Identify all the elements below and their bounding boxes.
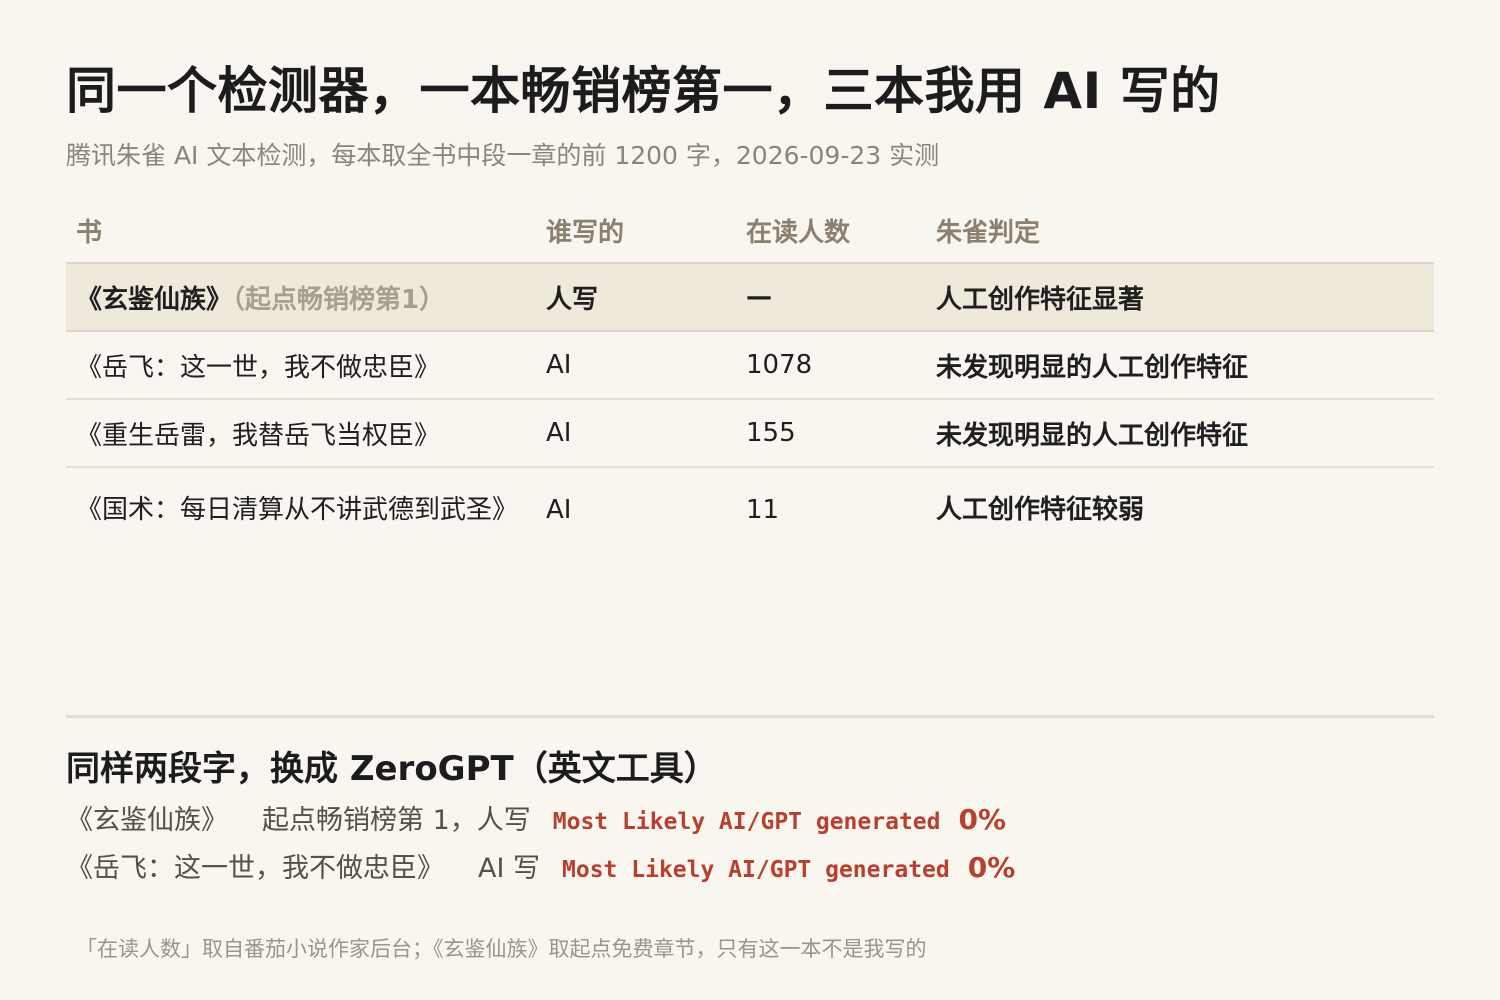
column-header-readers: 在读人数 [736,198,926,264]
author-cell: 人写 [536,263,736,332]
zerogpt-percent: 0% [958,803,1007,836]
column-header-book: 书 [66,198,536,264]
section-title: 同样两段字，换成 ZeroGPT（英文工具） [66,749,718,789]
detection-table: 书 谁写的 在读人数 朱雀判定 《玄鉴仙族》（起点畅销榜第1） 人写 — 人工创… [66,198,1434,552]
section-divider [66,715,1434,718]
table-row: 《玄鉴仙族》（起点畅销榜第1） 人写 — 人工创作特征显著 [66,263,1434,332]
zerogpt-row: 《岳飞：这一世，我不做忠臣》 AI 写 Most Likely AI/GPT g… [66,844,1434,892]
footnote: 「在读人数」取自番茄小说作家后台；《玄鉴仙族》取起点免费章节，只有这一本不是我写… [76,937,927,961]
verdict-cell: 人工创作特征较弱 [936,495,1145,525]
zerogpt-section: 同样两段字，换成 ZeroGPT（英文工具） 《玄鉴仙族》 起点畅销榜第 1，人… [66,742,1434,892]
zerogpt-info: 起点畅销榜第 1，人写 [262,805,531,836]
zerogpt-info: AI 写 [478,853,541,884]
table-row: 《重生岳雷，我替岳飞当权臣》 AI 155 未发现明显的人工创作特征 [66,399,1434,468]
author-cell: AI [546,495,572,525]
book-note: （起点畅销榜第1） [232,284,446,315]
table-row: 《岳飞：这一世，我不做忠臣》 AI 1078 未发现明显的人工创作特征 [66,331,1434,400]
table-header-row: 书 谁写的 在读人数 朱雀判定 [66,198,1434,264]
readers-cell: 11 [746,495,780,525]
book-cell: 《国术：每日清算从不讲武德到武圣》 [76,495,519,525]
book-cell: 《玄鉴仙族》（起点畅销榜第1） [66,263,536,332]
zerogpt-row: 《玄鉴仙族》 起点畅销榜第 1，人写 Most Likely AI/GPT ge… [66,796,1434,844]
author-cell: AI [536,331,736,400]
author-cell: AI [536,399,736,468]
page-subtitle: 腾讯朱雀 AI 文本检测，每本取全书中段一章的前 1200 字，2026-09-… [66,141,940,170]
book-cell: 《重生岳雷，我替岳飞当权臣》 [66,399,536,468]
zerogpt-book: 《玄鉴仙族》 [66,805,228,836]
book-title: 《玄鉴仙族》 [76,284,233,315]
zerogpt-result: Most Likely AI/GPT generated [562,857,950,883]
zerogpt-result: Most Likely AI/GPT generated [552,809,941,835]
verdict-cell: 人工创作特征显著 [926,263,1434,332]
table-row: 《国术：每日清算从不讲武德到武圣》 AI 11 人工创作特征较弱 [66,467,1434,552]
readers-cell: 155 [736,399,926,468]
column-header-author: 谁写的 [536,198,736,264]
readers-cell: — [736,263,926,332]
column-header-verdict: 朱雀判定 [926,198,1434,264]
verdict-cell: 未发现明显的人工创作特征 [926,331,1434,400]
zerogpt-percent: 0% [967,851,1016,884]
book-cell: 《岳飞：这一世，我不做忠臣》 [66,331,536,400]
page-content: 同一个检测器，一本畅销榜第一，三本我用 AI 写的 腾讯朱雀 AI 文本检测，每… [66,56,1434,552]
page-title: 同一个检测器，一本畅销榜第一，三本我用 AI 写的 [66,62,1221,120]
zerogpt-book: 《岳飞：这一世，我不做忠臣》 [66,853,444,884]
readers-cell: 1078 [736,331,926,400]
verdict-cell: 未发现明显的人工创作特征 [926,399,1434,468]
